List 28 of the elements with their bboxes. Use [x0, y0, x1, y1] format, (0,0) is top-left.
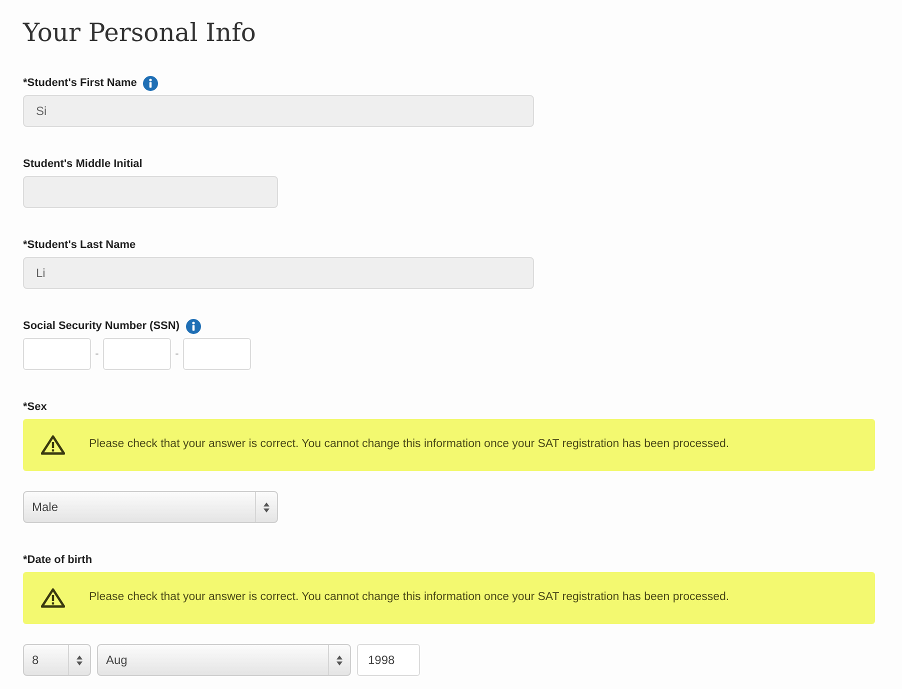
- field-label: *Student's First Name: [23, 76, 137, 92]
- select-dropdown[interactable]: Male: [23, 491, 278, 523]
- warning-icon: [41, 435, 65, 455]
- text-input-field[interactable]: Li: [23, 257, 534, 289]
- info-icon[interactable]: [186, 319, 200, 334]
- field-label: *Student's Last Name: [23, 238, 136, 254]
- warning-icon: [41, 588, 65, 608]
- dash-separator: -: [94, 346, 100, 362]
- dash-separator: -: [174, 346, 180, 362]
- field-label: *Date of birth: [23, 553, 92, 568]
- warning-message: Please check that your answer is correct. You cannot change this information once your SAT registration has been processed.: [89, 590, 730, 606]
- select-dropdown[interactable]: Aug: [97, 644, 351, 676]
- page-title: Your Personal Info: [23, 17, 257, 49]
- year-input-field[interactable]: 1998: [357, 644, 420, 676]
- warning-message: Please check that your answer is correct. You cannot change this information once your SAT registration has been processed.: [89, 437, 730, 452]
- select-arrows-icon: [263, 502, 270, 512]
- select-dropdown[interactable]: 8: [23, 644, 91, 676]
- select-arrows-icon: [336, 654, 343, 666]
- text-input-field[interactable]: Si: [23, 95, 534, 127]
- text-input-field[interactable]: [23, 176, 278, 208]
- info-icon[interactable]: [142, 76, 158, 91]
- ssn-input-field[interactable]: [183, 338, 251, 370]
- select-arrows-icon: [76, 654, 83, 666]
- field-label: Student's Middle Initial: [23, 157, 142, 172]
- field-label: Social Security Number (SSN): [23, 319, 180, 334]
- ssn-input-field[interactable]: [23, 338, 91, 370]
- ssn-input-field[interactable]: [103, 338, 171, 370]
- field-label: *Sex: [23, 400, 47, 416]
